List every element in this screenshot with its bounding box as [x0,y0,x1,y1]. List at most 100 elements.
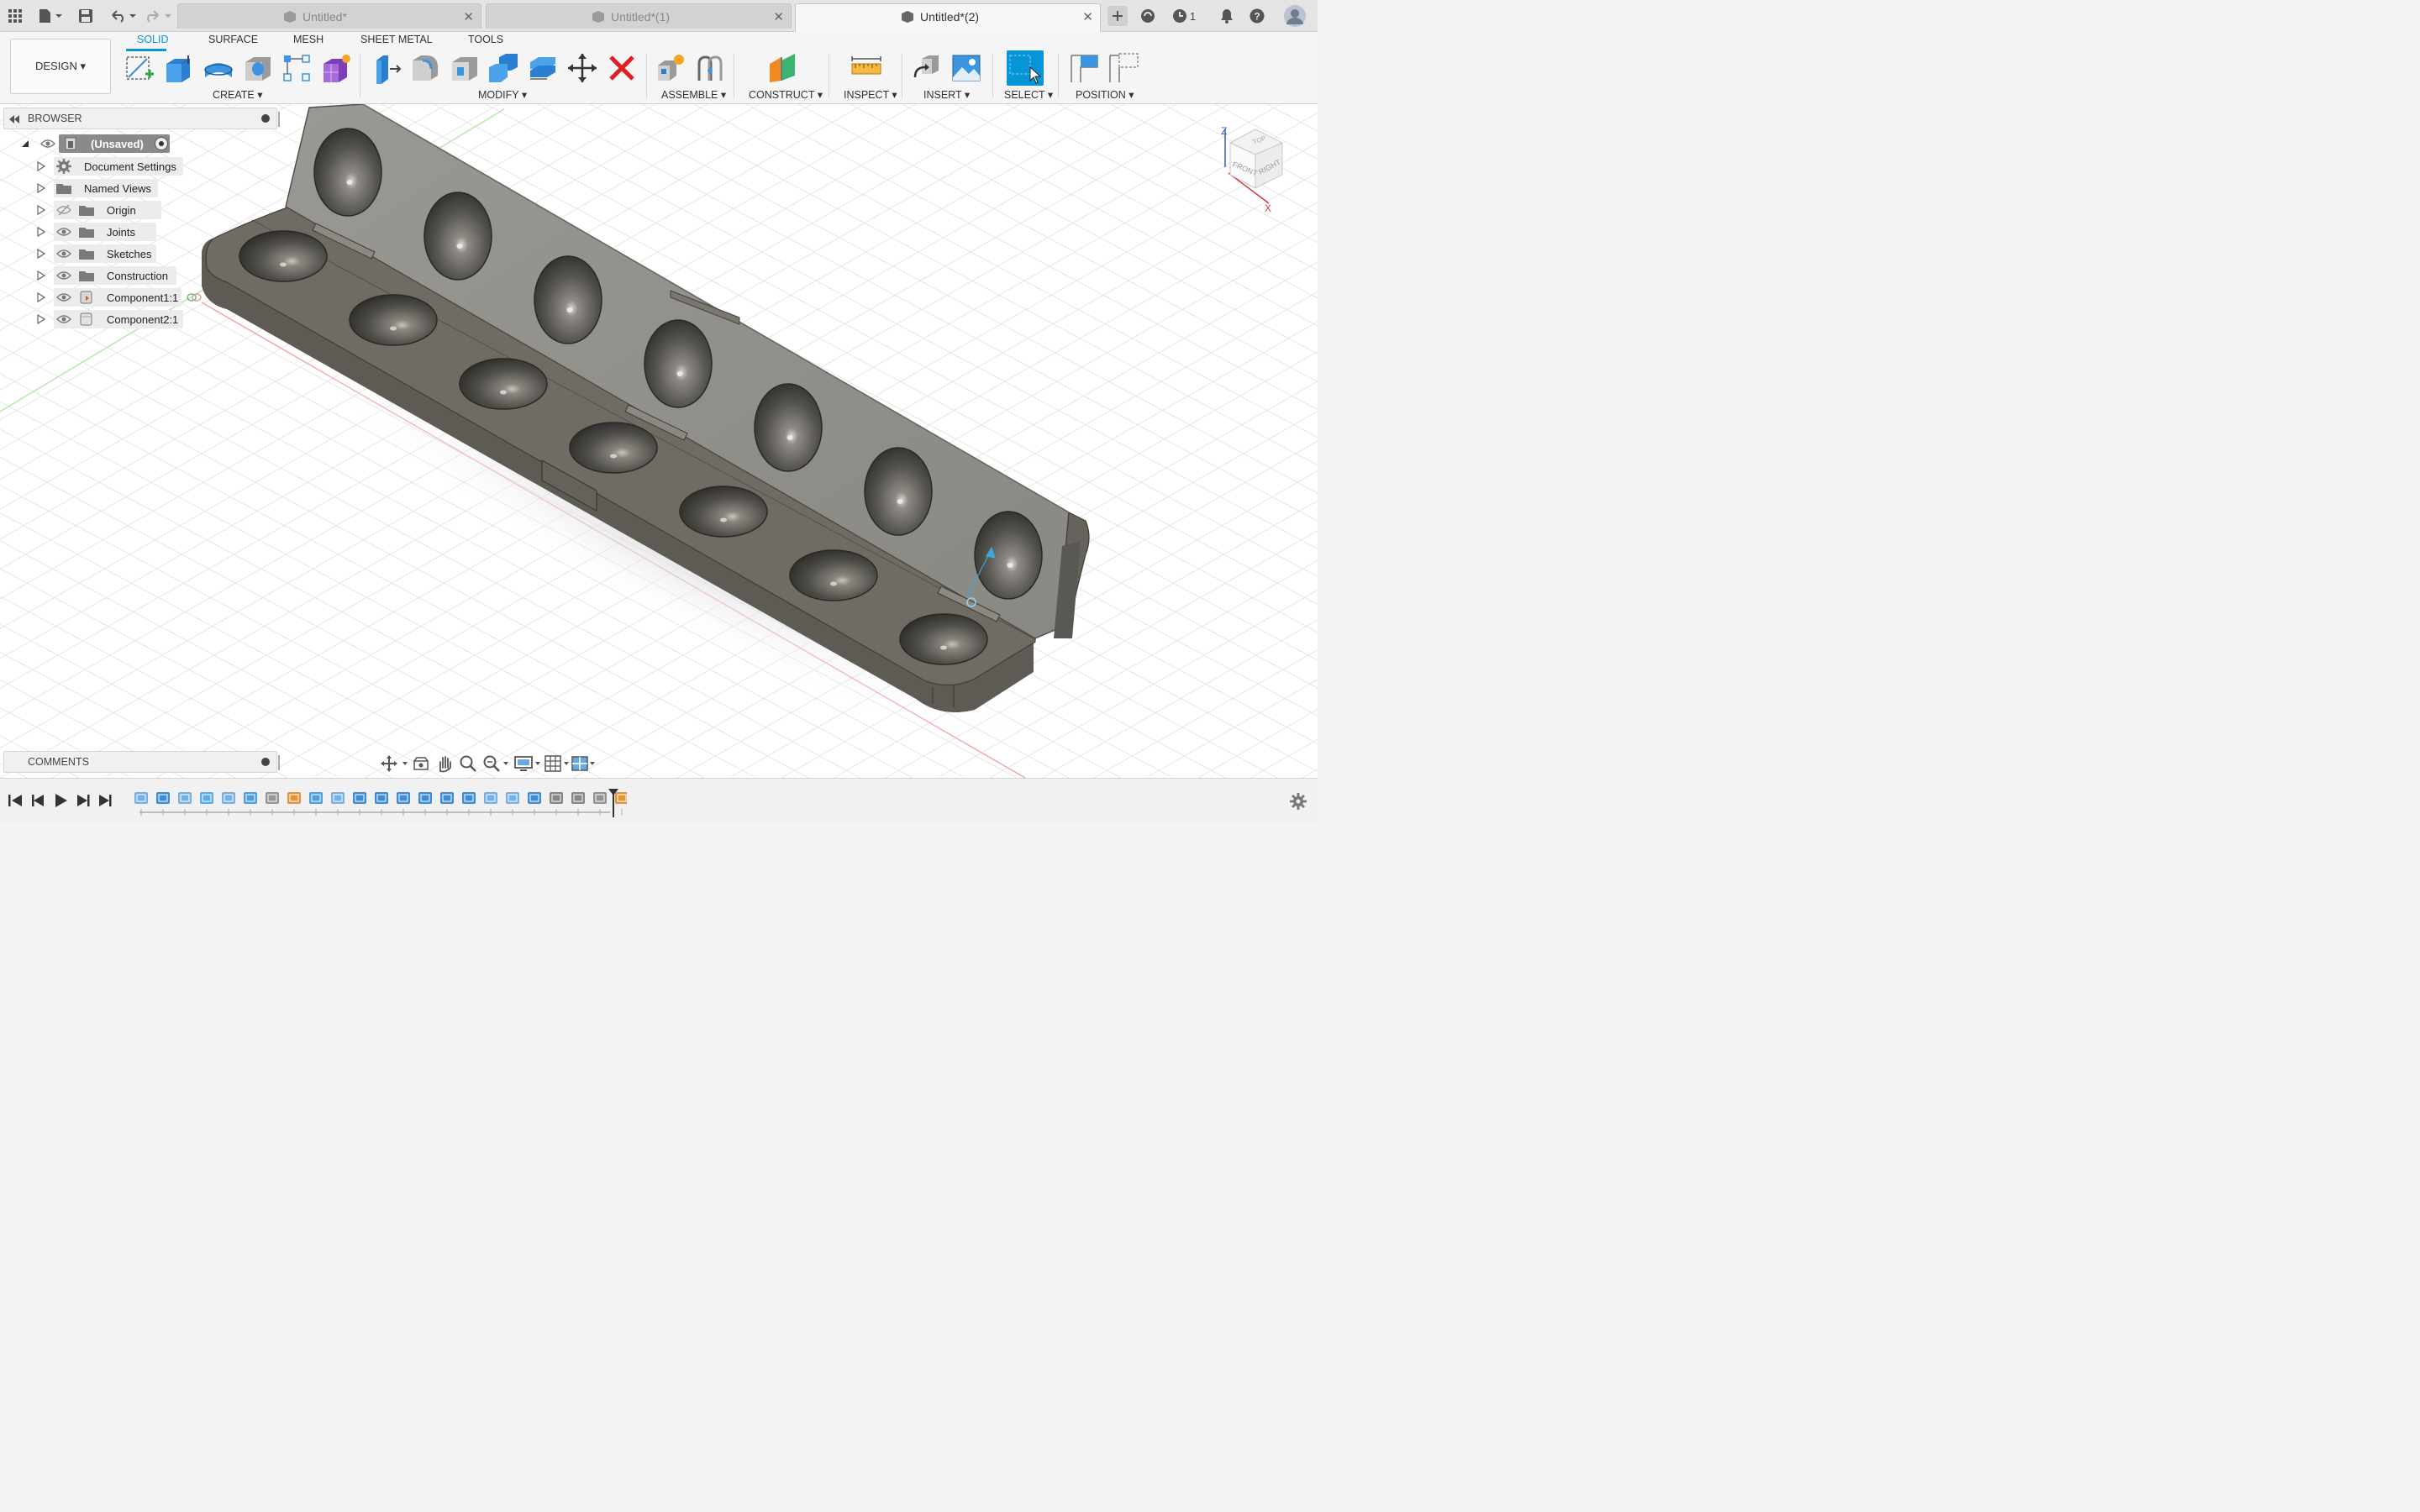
document-tab-active[interactable]: Untitled*(2) ✕ [795,3,1101,32]
user-avatar-icon[interactable] [1283,4,1307,28]
joint-icon[interactable] [694,52,726,84]
help-icon[interactable]: ? [1248,7,1266,25]
fit-zoom-icon[interactable] [482,754,511,773]
tab-sheet-metal[interactable]: SHEET METAL [360,34,433,45]
timeline-settings-gear-icon[interactable] [1289,792,1307,811]
shell-icon[interactable] [449,52,481,84]
undo-icon[interactable] [108,7,137,25]
document-tab[interactable]: Untitled* ✕ [177,3,481,29]
extensions-icon[interactable] [1139,7,1157,25]
visibility-eye-icon[interactable] [56,313,71,325]
expand-arrow-icon[interactable] [37,227,45,237]
measure-icon[interactable] [850,52,882,84]
capture-position-icon[interactable] [1069,52,1101,84]
create-menu[interactable]: CREATE ▾ [213,88,263,101]
tree-item-construction[interactable]: Construction [34,266,193,285]
create-sketch-icon[interactable] [124,52,155,84]
expand-arrow-icon[interactable] [37,161,45,171]
3d-viewport[interactable]: Z X TOP FRONT RIGHT [0,104,1318,778]
panel-resize-handle[interactable] [278,112,280,127]
insert-menu[interactable]: INSERT ▾ [923,88,970,101]
close-tab-icon[interactable]: ✕ [1082,9,1093,24]
offset-plane-icon[interactable] [766,52,798,84]
joint-link-icon[interactable] [187,292,202,302]
look-at-icon[interactable] [412,754,430,773]
expand-arrow-icon[interactable] [37,292,45,302]
visibility-eye-icon[interactable] [56,248,71,260]
extrude-icon[interactable] [163,52,195,84]
orbit-icon[interactable] [380,754,408,773]
tab-surface[interactable]: SURFACE [208,34,258,45]
combine-icon[interactable] [487,52,519,84]
select-tool-icon[interactable] [1007,50,1044,86]
pan-hand-icon[interactable] [435,754,454,773]
zoom-icon[interactable] [459,754,477,773]
assemble-menu[interactable]: ASSEMBLE ▾ [661,88,726,101]
visibility-eye-icon[interactable] [40,138,55,150]
timeline-feature-track[interactable] [131,789,627,817]
expand-arrow-icon[interactable] [37,249,45,259]
expand-arrow-icon[interactable] [37,314,45,324]
workspace-switcher[interactable]: DESIGN ▾ [10,39,111,94]
tree-item-named-views[interactable]: Named Views [34,179,193,197]
position-menu[interactable]: POSITION ▾ [1076,88,1134,101]
offset-face-icon[interactable] [527,52,559,84]
rectangular-pattern-icon[interactable] [281,52,313,84]
tab-tools[interactable]: TOOLS [468,34,503,45]
tree-item-origin[interactable]: Origin [34,201,193,219]
tree-item-document-settings[interactable]: Document Settings [34,157,193,176]
expand-icon[interactable] [22,140,29,147]
close-tab-icon[interactable]: ✕ [463,9,474,24]
delete-icon[interactable] [606,52,638,84]
hidden-eye-icon[interactable] [56,204,71,216]
save-icon[interactable] [76,7,95,25]
add-comment-icon[interactable] [261,758,270,766]
visibility-eye-icon[interactable] [56,270,71,281]
press-pull-icon[interactable] [370,52,402,84]
grid-settings-icon[interactable] [544,754,573,773]
app-grid-icon[interactable] [6,7,24,25]
viewports-icon[interactable] [571,754,598,773]
tab-mesh[interactable]: MESH [293,34,324,45]
expand-arrow-icon[interactable] [37,270,45,281]
hole-icon[interactable] [242,52,274,84]
tree-root[interactable]: (Unsaved) [18,134,178,153]
display-settings-icon[interactable] [514,754,543,773]
visibility-eye-icon[interactable] [56,226,71,238]
modify-menu[interactable]: MODIFY ▾ [478,88,527,101]
redo-icon[interactable] [144,7,172,25]
comments-panel-header[interactable]: COMMENTS [3,751,280,773]
collapse-panel-icon[interactable] [9,115,19,123]
view-cube[interactable]: Z X TOP FRONT RIGHT [1217,121,1301,215]
visibility-eye-icon[interactable] [56,291,71,303]
activate-radio-icon[interactable] [155,137,168,150]
fillet-icon[interactable] [409,52,441,84]
insert-canvas-icon[interactable] [950,52,982,84]
panel-resize-handle[interactable] [278,755,280,770]
panel-options-icon[interactable] [261,114,270,123]
new-tab-icon[interactable] [1107,6,1128,26]
tab-solid[interactable]: SOLID [137,34,169,45]
construct-menu[interactable]: CONSTRUCT ▾ [749,88,823,101]
notifications-icon[interactable] [1218,7,1236,25]
tree-item-component2[interactable]: Component2:1 [34,310,193,328]
create-form-icon[interactable] [320,52,352,84]
browser-panel-header[interactable]: BROWSER [3,108,280,129]
select-menu[interactable]: SELECT ▾ [1004,88,1053,101]
tree-item-sketches[interactable]: Sketches [34,244,193,263]
revolve-icon[interactable] [203,52,234,84]
new-component-icon[interactable] [655,52,687,84]
tree-item-component1[interactable]: Component1:1 [34,288,210,307]
tree-item-joints[interactable]: Joints [34,223,193,241]
move-copy-icon[interactable] [566,52,598,84]
expand-arrow-icon[interactable] [37,183,45,193]
expand-arrow-icon[interactable] [37,205,45,215]
job-status-icon[interactable]: 1 [1170,7,1198,25]
inspect-menu[interactable]: INSPECT ▾ [844,88,897,101]
file-icon[interactable] [37,7,64,25]
insert-derive-icon[interactable] [912,52,944,84]
close-tab-icon[interactable]: ✕ [773,9,784,24]
document-tab[interactable]: Untitled*(1) ✕ [486,3,792,29]
revert-position-icon[interactable] [1107,52,1139,84]
model-canvas[interactable] [0,104,1318,778]
